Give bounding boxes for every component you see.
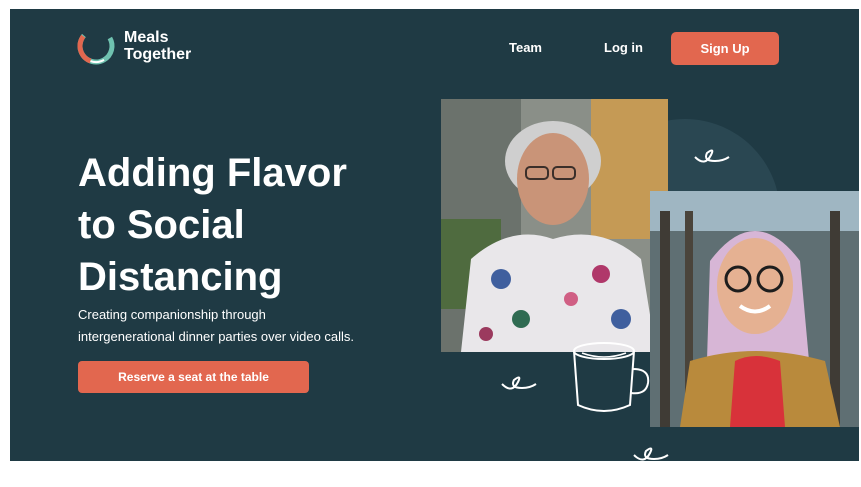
hero-title: Adding Flavor to Social Distancing	[78, 151, 347, 299]
signup-button[interactable]: Sign Up	[671, 32, 779, 65]
coffee-mug-icon	[573, 342, 650, 412]
nav-login-link[interactable]: Log in	[604, 40, 643, 55]
landing-page: Meals Together Team Log in Sign Up Addin…	[10, 9, 859, 461]
squiggle-icon	[694, 149, 730, 163]
logo-mark-icon	[77, 27, 115, 65]
elder-woman-photo	[441, 99, 668, 352]
brand-name: Meals Together	[124, 29, 192, 63]
squiggle-icon	[501, 376, 537, 390]
hero-subtitle: Creating companionship through intergene…	[78, 307, 355, 344]
nav-team-link[interactable]: Team	[509, 40, 542, 55]
squiggle-icon	[633, 447, 669, 461]
brand-logo[interactable]: Meals Together	[76, 26, 191, 66]
young-woman-photo	[650, 191, 859, 427]
reserve-seat-button[interactable]: Reserve a seat at the table	[78, 361, 309, 393]
